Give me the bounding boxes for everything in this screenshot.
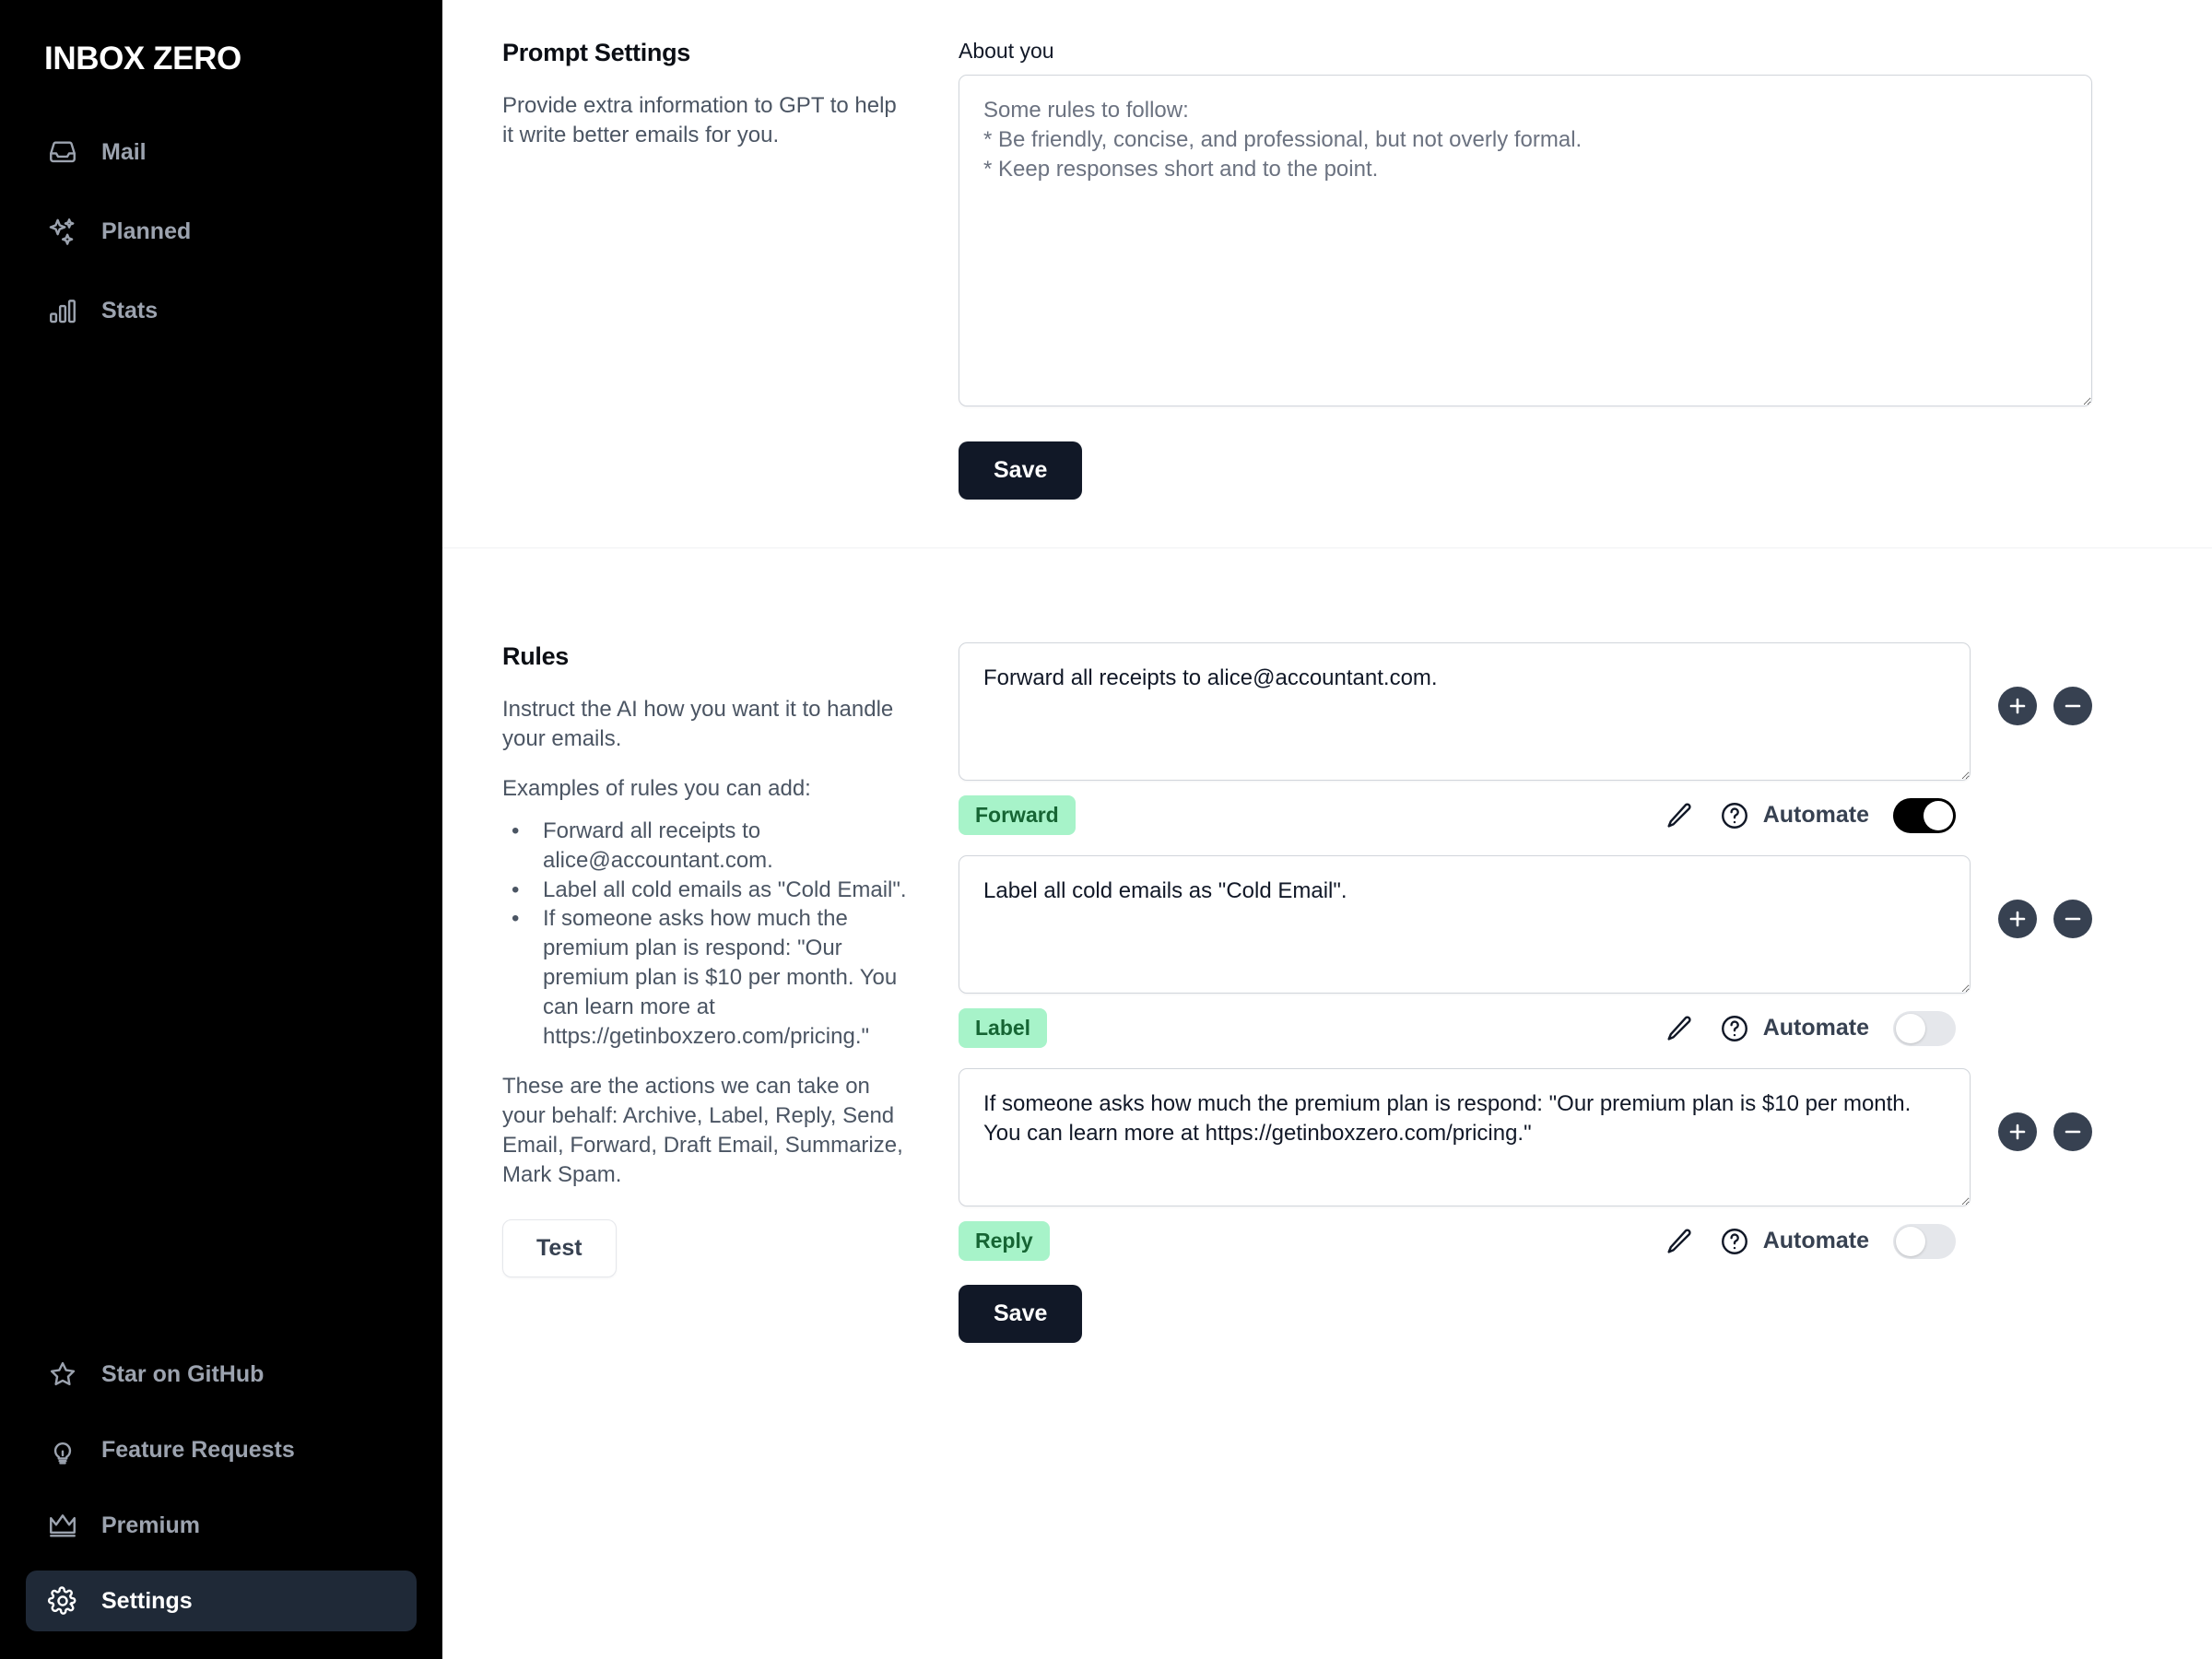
- sidebar-item-stats[interactable]: Stats: [26, 280, 417, 341]
- pencil-icon: [1664, 1013, 1695, 1044]
- list-item: Forward all receipts to alice@accountant…: [502, 817, 912, 876]
- plus-circle-icon: [2006, 695, 2029, 717]
- sidebar: INBOX ZERO Mail Planned Stats Star on Gi…: [0, 0, 442, 1659]
- save-rules-button[interactable]: Save: [959, 1285, 1083, 1343]
- automate-label: Automate: [1762, 1015, 1869, 1041]
- sidebar-item-star-on-github[interactable]: Star on GitHub: [26, 1344, 417, 1405]
- about-you-label: About you: [959, 39, 1054, 63]
- list-item: Label all cold emails as "Cold Email".: [502, 876, 912, 905]
- sidebar-item-label: Premium: [101, 1512, 200, 1538]
- automate-label: Automate: [1762, 802, 1869, 828]
- prompt-settings-form: About you Save: [959, 39, 2212, 500]
- crown-icon: [46, 1509, 79, 1542]
- rules-title: Rules: [502, 642, 570, 670]
- rule-textarea[interactable]: [959, 855, 1971, 994]
- prompt-settings-title: Prompt Settings: [502, 39, 691, 66]
- list-item: If someone asks how much the premium pla…: [502, 904, 912, 1052]
- toggle-knob: [1896, 1226, 1925, 1256]
- rules-section: Rules Instruct the AI how you want it to…: [442, 548, 2212, 1343]
- prompt-settings-description: Provide extra information to GPT to help…: [502, 93, 897, 147]
- sidebar-item-label: Feature Requests: [101, 1436, 295, 1463]
- remove-rule-button[interactable]: [2053, 900, 2092, 938]
- rule-row: Forward all receipts to alice@accountant…: [959, 642, 2092, 835]
- automate-toggle[interactable]: [1893, 797, 1956, 833]
- sidebar-item-feature-requests[interactable]: Feature Requests: [26, 1419, 417, 1480]
- secondary-nav: Star on GitHub Feature Requests Premium …: [0, 1344, 442, 1631]
- add-rule-button[interactable]: [1998, 1112, 2037, 1151]
- sidebar-item-premium[interactable]: Premium: [26, 1495, 417, 1556]
- add-rule-button[interactable]: [1998, 900, 2037, 938]
- primary-nav: Mail Planned Stats: [0, 122, 442, 341]
- plus-circle-icon: [2006, 1121, 2029, 1143]
- automate-label: Automate: [1762, 1228, 1869, 1253]
- question-mark-circle-icon[interactable]: [1719, 1226, 1750, 1257]
- rules-description: Instruct the AI how you want it to handl…: [502, 697, 894, 751]
- sidebar-item-label: Star on GitHub: [101, 1360, 265, 1387]
- rule-textarea[interactable]: [959, 1068, 1971, 1206]
- edit-rule-button[interactable]: [1664, 800, 1695, 831]
- question-mark-circle-icon[interactable]: [1719, 800, 1750, 831]
- rule-row: Reply: [959, 1068, 2092, 1261]
- prompt-settings-section: Prompt Settings Provide extra informatio…: [442, 0, 2212, 547]
- lightbulb-icon: [46, 1433, 79, 1466]
- sidebar-item-label: Settings: [101, 1587, 193, 1614]
- question-mark-circle-icon[interactable]: [1719, 1013, 1750, 1044]
- save-prompt-settings-button[interactable]: Save: [959, 441, 1083, 500]
- rules-list: Forward all receipts to alice@accountant…: [959, 642, 2212, 1343]
- sparkles-icon: [46, 215, 79, 248]
- remove-rule-button[interactable]: [2053, 687, 2092, 725]
- automate-toggle[interactable]: [1893, 1223, 1956, 1259]
- rules-actions-note: These are the actions we can take on you…: [502, 1073, 903, 1187]
- inbox-icon: [46, 135, 79, 169]
- main-content: Prompt Settings Provide extra informatio…: [442, 0, 2212, 1659]
- pencil-icon: [1664, 800, 1695, 831]
- minus-circle-icon: [2062, 695, 2084, 717]
- plus-circle-icon: [2006, 908, 2029, 930]
- pencil-icon: [1664, 1226, 1695, 1257]
- prompt-settings-info: Prompt Settings Provide extra informatio…: [442, 39, 959, 500]
- remove-rule-button[interactable]: [2053, 1112, 2092, 1151]
- toggle-knob: [1924, 800, 1953, 830]
- star-icon: [46, 1358, 79, 1391]
- sidebar-item-mail[interactable]: Mail: [26, 122, 417, 182]
- minus-circle-icon: [2062, 1121, 2084, 1143]
- toggle-knob: [1896, 1013, 1925, 1043]
- gear-icon: [46, 1584, 79, 1618]
- status-badge: Reply: [959, 1221, 1050, 1261]
- rules-examples-intro: Examples of rules you can add:: [502, 775, 811, 801]
- bar-chart-icon: [46, 294, 79, 327]
- status-badge: Label: [959, 1008, 1048, 1048]
- rule-row: Label all cold emails as "Cold Email". L…: [959, 855, 2092, 1048]
- sidebar-item-label: Planned: [101, 218, 192, 244]
- sidebar-item-settings[interactable]: Settings: [26, 1571, 417, 1631]
- test-rules-button[interactable]: Test: [502, 1218, 617, 1277]
- sidebar-item-planned[interactable]: Planned: [26, 201, 417, 262]
- rule-textarea[interactable]: [959, 642, 1971, 781]
- edit-rule-button[interactable]: [1664, 1013, 1695, 1044]
- sidebar-item-label: Stats: [101, 297, 159, 324]
- add-rule-button[interactable]: [1998, 687, 2037, 725]
- minus-circle-icon: [2062, 908, 2084, 930]
- app-logo: INBOX ZERO: [44, 41, 241, 76]
- about-you-textarea[interactable]: [959, 75, 2092, 406]
- status-badge: Forward: [959, 795, 1076, 835]
- rules-info: Rules Instruct the AI how you want it to…: [442, 642, 959, 1343]
- sidebar-item-label: Mail: [101, 138, 147, 165]
- rules-examples-list: Forward all receipts to alice@accountant…: [502, 817, 912, 1052]
- automate-toggle[interactable]: [1893, 1010, 1956, 1046]
- edit-rule-button[interactable]: [1664, 1226, 1695, 1257]
